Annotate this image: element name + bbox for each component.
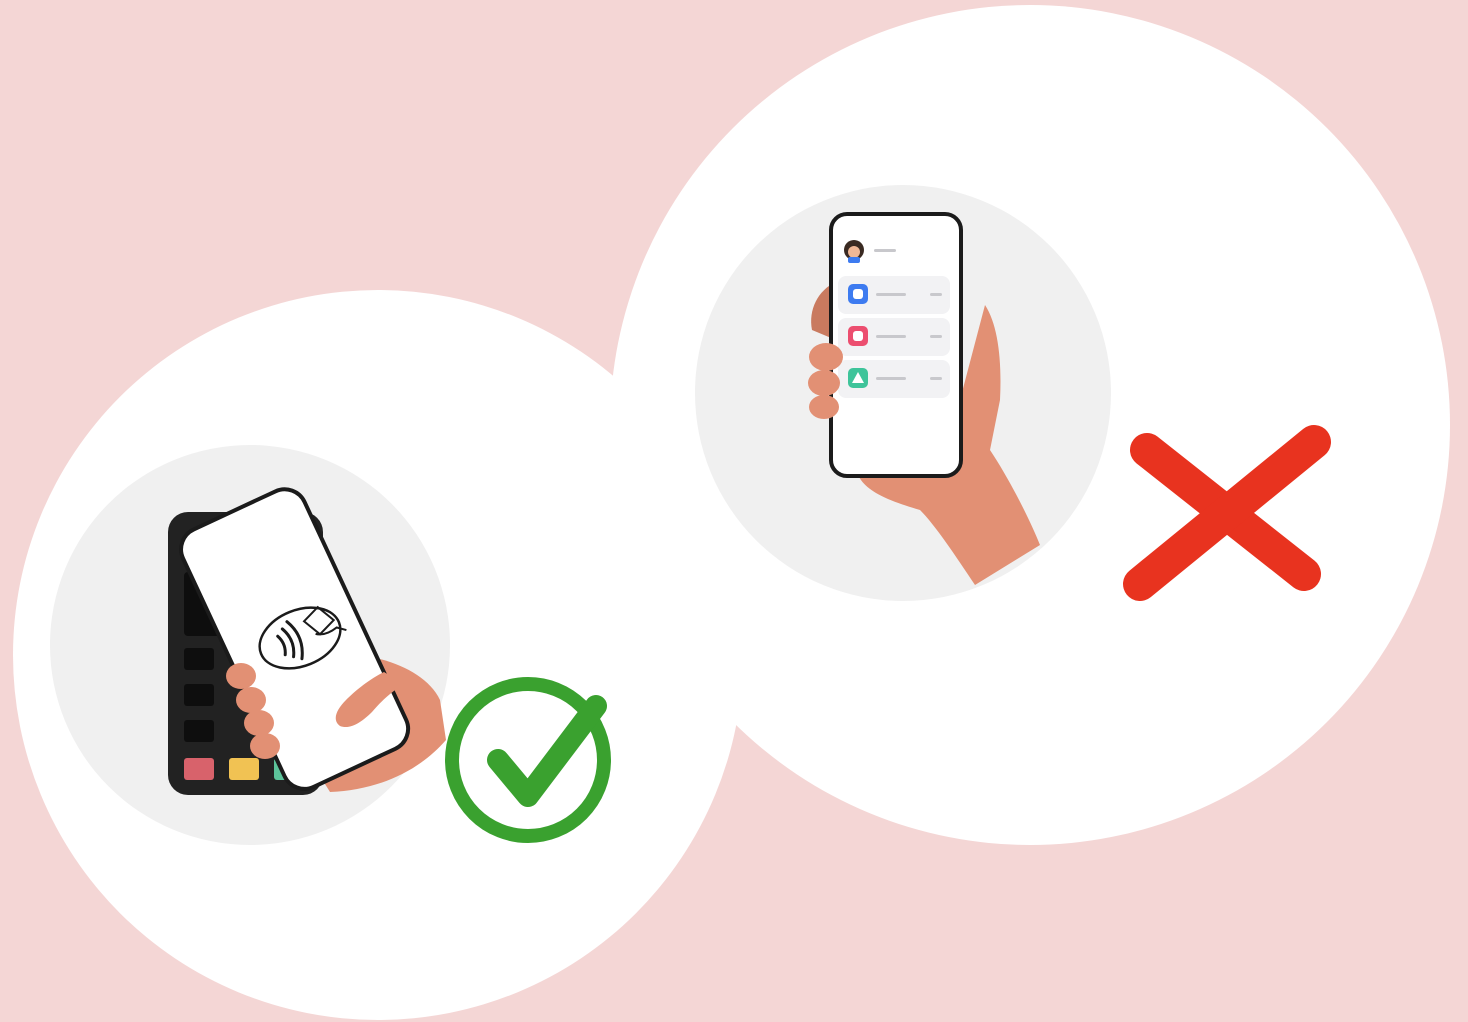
app-inner [853,331,863,341]
finger [226,663,256,689]
row-line-short [930,293,942,296]
terminal-key [184,684,214,706]
row-line [876,293,906,296]
row-line [876,377,906,380]
list-item [838,360,950,398]
row-line-short [930,377,942,380]
terminal-key [184,720,214,742]
finger [244,710,274,736]
app-inner [853,289,863,299]
terminal-key-clear [229,758,259,780]
hand-fingers [808,343,843,419]
smartphone [829,212,963,478]
finger [809,343,843,371]
terminal-key-cancel [184,758,214,780]
list-item [838,318,950,356]
finger [250,733,280,759]
terminal-key [184,648,214,670]
finger [808,370,840,396]
row-line-short [930,335,942,338]
illustration-canvas [0,0,1468,1022]
list-item [838,276,950,314]
row-line [876,335,906,338]
avatar-face [848,246,860,258]
finger [809,395,839,419]
avatar-shirt [848,257,860,263]
finger [236,687,266,713]
header-line [874,249,896,252]
illustration [0,0,1468,1022]
